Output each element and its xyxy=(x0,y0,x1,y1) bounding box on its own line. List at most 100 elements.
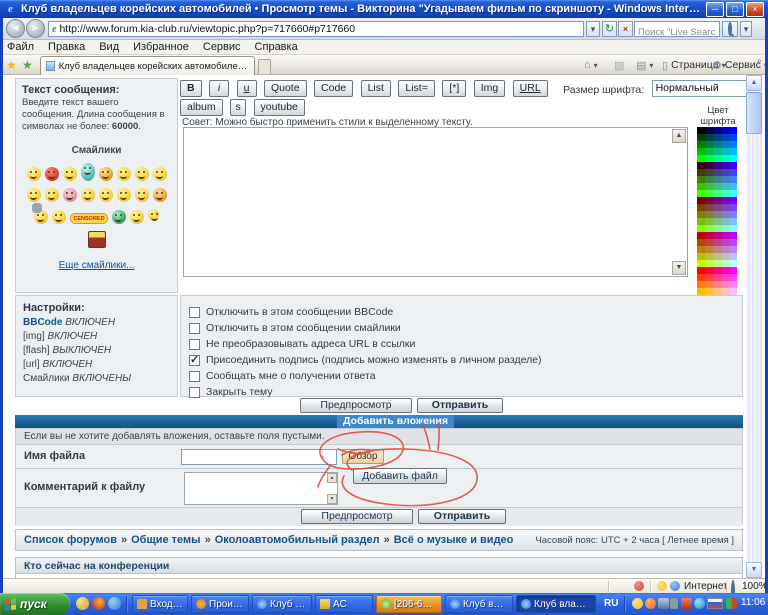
palette-cell[interactable] xyxy=(729,246,737,253)
palette-cell[interactable] xyxy=(729,288,737,295)
tray-update-icon[interactable] xyxy=(694,598,705,609)
palette-cell[interactable] xyxy=(721,155,729,162)
submit-button[interactable]: Отправить xyxy=(417,398,503,413)
palette-cell[interactable] xyxy=(705,232,713,239)
smiley-gift-icon[interactable] xyxy=(88,231,106,248)
task-ie-1[interactable]: Клуб владе... xyxy=(252,595,312,613)
message-textarea[interactable]: ▲ ▼ xyxy=(183,127,688,277)
search-box[interactable] xyxy=(634,21,720,37)
search-dropdown-button[interactable]: ▾ xyxy=(740,21,752,37)
palette-cell[interactable] xyxy=(713,253,721,260)
italic-button[interactable]: i xyxy=(209,80,229,97)
smiley-pig-icon[interactable] xyxy=(63,188,77,202)
task-player[interactable]: Проигрыва... xyxy=(191,595,249,613)
palette-cell[interactable] xyxy=(713,127,721,134)
palette-cell[interactable] xyxy=(713,288,721,295)
palette-cell[interactable] xyxy=(713,281,721,288)
palette-cell[interactable] xyxy=(729,225,737,232)
minimize-button[interactable]: ─ xyxy=(706,2,724,17)
checkbox[interactable] xyxy=(189,371,200,382)
palette-cell[interactable] xyxy=(705,225,713,232)
palette-cell[interactable] xyxy=(713,274,721,281)
palette-cell[interactable] xyxy=(705,288,713,295)
palette-cell[interactable] xyxy=(729,281,737,288)
palette-cell[interactable] xyxy=(729,190,737,197)
palette-cell[interactable] xyxy=(697,204,705,211)
palette-cell[interactable] xyxy=(697,169,705,176)
palette-cell[interactable] xyxy=(705,197,713,204)
address-input[interactable] xyxy=(59,23,580,35)
palette-cell[interactable] xyxy=(721,288,729,295)
palette-cell[interactable] xyxy=(705,204,713,211)
palette-cell[interactable] xyxy=(721,162,729,169)
palette-cell[interactable] xyxy=(697,239,705,246)
palette-cell[interactable] xyxy=(713,169,721,176)
checkbox[interactable] xyxy=(189,339,200,350)
youtube-button[interactable]: youtube xyxy=(254,99,305,116)
palette-cell[interactable] xyxy=(729,232,737,239)
scroll-up-icon[interactable]: ▲ xyxy=(746,75,762,91)
close-button[interactable]: × xyxy=(746,2,764,17)
palette-cell[interactable] xyxy=(697,134,705,141)
palette-cell[interactable] xyxy=(713,176,721,183)
palette-cell[interactable] xyxy=(721,169,729,176)
ie-icon[interactable] xyxy=(108,597,121,610)
smiley-monocle-icon[interactable] xyxy=(27,188,41,202)
new-tab-stub[interactable] xyxy=(258,59,271,74)
palette-cell[interactable] xyxy=(705,127,713,134)
task-ie-2[interactable]: Клуб владе... xyxy=(445,595,513,613)
palette-cell[interactable] xyxy=(705,141,713,148)
smiley-laugh-icon[interactable] xyxy=(117,167,131,181)
search-button[interactable] xyxy=(722,21,738,37)
palette-cell[interactable] xyxy=(721,197,729,204)
palette-cell[interactable] xyxy=(721,204,729,211)
palette-cell[interactable] xyxy=(721,253,729,260)
tray-volume-icon[interactable] xyxy=(681,598,692,609)
palette-cell[interactable] xyxy=(729,162,737,169)
underline-button[interactable]: u xyxy=(237,80,257,97)
palette-cell[interactable] xyxy=(705,239,713,246)
smiley-balloon-icon[interactable] xyxy=(81,163,95,181)
checkbox[interactable] xyxy=(189,323,200,334)
palette-cell[interactable] xyxy=(713,211,721,218)
palette-cell[interactable] xyxy=(721,225,729,232)
tray-device-icon[interactable] xyxy=(670,598,678,609)
browser-tab[interactable]: Клуб владельцев корейских автомобилей • … xyxy=(40,56,255,75)
back-button[interactable]: ◄ xyxy=(6,19,25,38)
palette-cell[interactable] xyxy=(729,148,737,155)
palette-cell[interactable] xyxy=(705,211,713,218)
favorites-star-icon[interactable]: ★ xyxy=(6,58,17,72)
home-button[interactable]: ⌂▾ xyxy=(584,57,598,73)
palette-cell[interactable] xyxy=(729,183,737,190)
page-scrollbar[interactable]: ▲ ▼ xyxy=(746,75,762,578)
palette-cell[interactable] xyxy=(729,127,737,134)
palette-cell[interactable] xyxy=(705,162,713,169)
palette-cell[interactable] xyxy=(697,141,705,148)
palette-cell[interactable] xyxy=(713,232,721,239)
smiley-wink-icon[interactable] xyxy=(153,167,167,181)
scrollbar-thumb[interactable] xyxy=(746,92,762,134)
list-button[interactable]: List xyxy=(361,80,391,97)
smiley-smile-icon[interactable] xyxy=(135,167,149,181)
palette-cell[interactable] xyxy=(713,162,721,169)
tray-app-icon[interactable] xyxy=(645,598,656,609)
palette-cell[interactable] xyxy=(713,239,721,246)
smiley-mad-icon[interactable] xyxy=(45,167,59,181)
palette-cell[interactable] xyxy=(729,169,737,176)
smiley-thumb-icon[interactable] xyxy=(117,188,131,202)
palette-cell[interactable] xyxy=(721,127,729,134)
palette-cell[interactable] xyxy=(697,211,705,218)
palette-cell[interactable] xyxy=(713,260,721,267)
smiley-rofl-icon[interactable] xyxy=(135,188,149,202)
palette-cell[interactable] xyxy=(705,253,713,260)
palette-cell[interactable] xyxy=(697,190,705,197)
palette-cell[interactable] xyxy=(721,274,729,281)
menu-favorites[interactable]: Избранное xyxy=(133,41,189,53)
palette-cell[interactable] xyxy=(729,218,737,225)
palette-cell[interactable] xyxy=(713,267,721,274)
menu-edit[interactable]: Правка xyxy=(48,41,85,53)
palette-cell[interactable] xyxy=(721,239,729,246)
palette-cell[interactable] xyxy=(721,176,729,183)
refresh-button[interactable]: ↻ xyxy=(602,21,617,37)
palette-cell[interactable] xyxy=(705,169,713,176)
